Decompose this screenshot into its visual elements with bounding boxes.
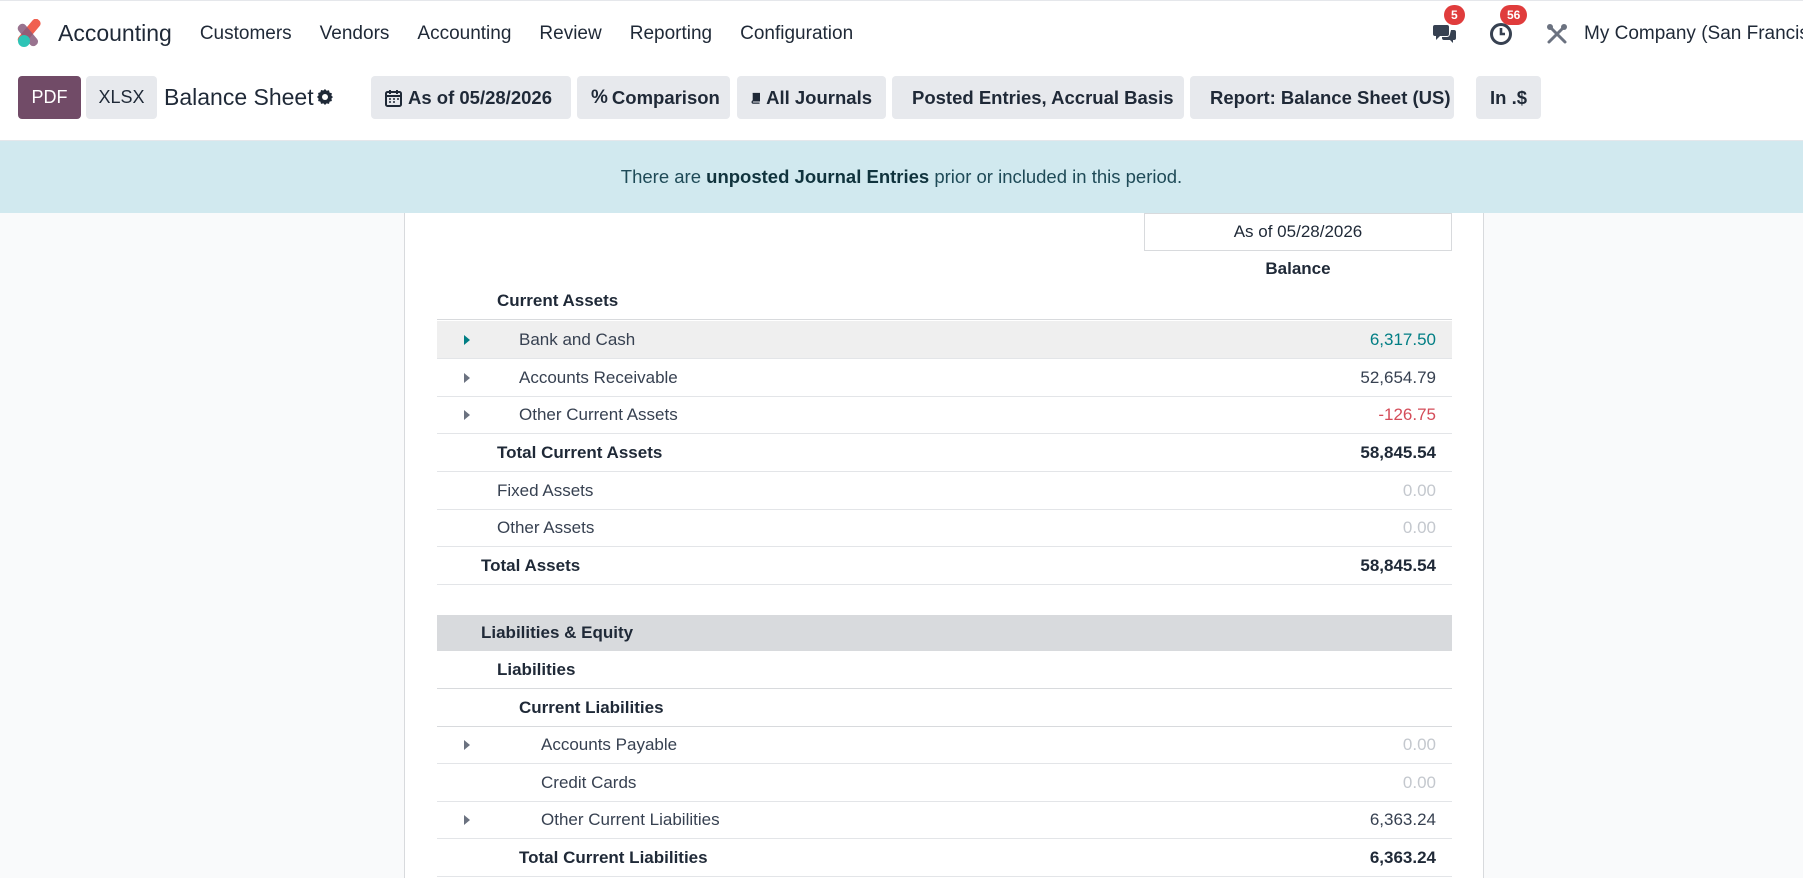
currency-filter-button[interactable]: In .$ <box>1476 76 1541 119</box>
comparison-filter-button[interactable]: % Comparison <box>577 76 730 119</box>
line-label: Total Current Liabilities <box>519 847 708 867</box>
report-line-total-current-assets: Total Current Assets 58,845.54 <box>437 434 1452 472</box>
alert-prefix: There are <box>620 166 707 187</box>
report-sheet: As of 05/28/2026 Balance Current Assets … <box>404 213 1484 878</box>
company-switcher[interactable]: My Company (San Francisco) <box>1584 23 1803 45</box>
report-section-liabilities-equity: Liabilities & Equity <box>437 615 1452 651</box>
report-line-total-current-liabilities: Total Current Liabilities 6,363.24 <box>437 839 1452 877</box>
line-value: 6,363.24 <box>1369 847 1436 867</box>
xlsx-button[interactable]: XLSX <box>86 76 157 119</box>
journals-filter-label: All Journals <box>766 86 872 108</box>
line-value: 0.00 <box>1402 517 1436 537</box>
report-line-accounts-payable[interactable]: Accounts Payable 0.00 <box>437 726 1452 764</box>
book-icon <box>751 92 761 104</box>
app-name[interactable]: Accounting <box>58 20 172 47</box>
entries-filter-button[interactable]: Posted Entries, Accrual Basis <box>892 76 1184 119</box>
line-label: Other Current Assets <box>519 404 678 424</box>
report-line-liabilities: Liabilities <box>437 651 1452 689</box>
main-menu: Customers Vendors Accounting Review Repo… <box>186 23 867 45</box>
line-value[interactable]: 6,363.24 <box>1370 810 1436 830</box>
line-value[interactable]: 0.00 <box>1403 735 1436 755</box>
report-line-current-liabilities: Current Liabilities <box>437 689 1452 727</box>
line-label: Liabilities & Equity <box>481 623 634 642</box>
report-line-total-assets: Total Assets 58,845.54 <box>437 547 1452 585</box>
report-line-credit-cards: Credit Cards 0.00 <box>437 764 1452 802</box>
entries-filter-label: Posted Entries, Accrual Basis <box>912 86 1174 108</box>
date-filter-button[interactable]: As of 05/28/2026 <box>371 76 571 119</box>
report-line-accounts-receivable[interactable]: Accounts Receivable 52,654.79 <box>437 359 1452 397</box>
line-label: Credit Cards <box>541 772 637 792</box>
line-label: Total Assets <box>481 555 581 575</box>
menu-reporting[interactable]: Reporting <box>616 23 726 45</box>
nav-systray: 5 56 My Company (San Francisco) <box>1430 1 1803 67</box>
line-value[interactable]: 52,654.79 <box>1360 368 1436 388</box>
line-value: 58,845.54 <box>1360 442 1436 462</box>
line-label: Other Assets <box>497 517 595 537</box>
line-value: 58,845.54 <box>1360 555 1436 575</box>
date-filter-label: As of 05/28/2026 <box>408 86 552 108</box>
top-navbar: Accounting Customers Vendors Accounting … <box>0 0 1803 66</box>
menu-review[interactable]: Review <box>525 23 615 45</box>
report-variant-label: Report: Balance Sheet (US) <box>1210 86 1451 108</box>
chat-icon <box>1433 25 1456 43</box>
report-line-other-current-assets[interactable]: Other Current Assets -126.75 <box>437 396 1452 434</box>
line-value: 0.00 <box>1402 772 1436 792</box>
currency-filter-label: In .$ <box>1490 86 1528 108</box>
accounting-app-icon[interactable] <box>14 18 44 49</box>
report-line-fixed-assets: Fixed Assets 0.00 <box>437 472 1452 510</box>
line-label: Total Current Assets <box>497 442 663 462</box>
menu-vendors[interactable]: Vendors <box>306 23 404 45</box>
tools-icon <box>1547 24 1567 44</box>
control-panel: PDF XLSX Balance Sheet As of 05/28/2026 … <box>0 66 1803 141</box>
activities-count-badge: 56 <box>1500 5 1528 25</box>
report-variant-button[interactable]: Report: Balance Sheet (US) <box>1190 76 1454 119</box>
pdf-button[interactable]: PDF <box>18 76 81 119</box>
gear-icon[interactable] <box>316 88 334 111</box>
comparison-filter-label: Comparison <box>611 86 720 108</box>
line-value[interactable]: 6,317.50 <box>1370 330 1436 350</box>
messages-button[interactable]: 5 <box>1430 5 1465 49</box>
clock-icon <box>1490 23 1512 45</box>
caret-right-icon[interactable] <box>464 740 470 750</box>
caret-right-icon[interactable] <box>464 410 470 420</box>
activities-button[interactable]: 56 <box>1486 5 1528 49</box>
column-header-balance: Balance <box>1265 259 1331 278</box>
alert-suffix: prior or included in this period. <box>929 166 1183 187</box>
report-line-current-assets: Current Assets <box>437 282 1452 320</box>
line-label: Current Assets <box>497 290 619 310</box>
line-label: Accounts Receivable <box>519 367 678 387</box>
report-line-other-current-liabilities[interactable]: Other Current Liabilities 6,363.24 <box>437 801 1452 839</box>
line-label: Current Liabilities <box>519 697 664 717</box>
caret-right-icon[interactable] <box>464 335 470 345</box>
unposted-entries-alert: There are unposted Journal Entries prior… <box>0 141 1803 213</box>
messages-count-badge: 5 <box>1444 5 1465 25</box>
caret-right-icon[interactable] <box>464 815 470 825</box>
line-label: Other Current Liabilities <box>541 809 720 829</box>
calendar-icon <box>385 89 402 107</box>
menu-customers[interactable]: Customers <box>186 23 306 45</box>
line-value: 0.00 <box>1402 480 1436 500</box>
column-header-date[interactable]: As of 05/28/2026 <box>1144 213 1452 251</box>
unposted-entries-link[interactable]: unposted Journal Entries <box>706 166 929 188</box>
line-label: Liabilities <box>497 659 576 679</box>
report-line-bank-and-cash[interactable]: Bank and Cash 6,317.50 <box>437 321 1452 359</box>
caret-right-icon[interactable] <box>464 373 470 383</box>
line-label: Bank and Cash <box>519 329 636 349</box>
journals-filter-button[interactable]: All Journals <box>737 76 886 119</box>
menu-configuration[interactable]: Configuration <box>726 23 867 45</box>
line-value[interactable]: -126.75 <box>1378 405 1436 425</box>
menu-accounting[interactable]: Accounting <box>403 23 525 45</box>
line-label: Accounts Payable <box>541 734 678 754</box>
line-label: Fixed Assets <box>497 480 594 500</box>
page-title: Balance Sheet <box>164 84 314 110</box>
percent-icon: % <box>591 86 608 108</box>
debug-tools-button[interactable] <box>1542 19 1572 49</box>
report-line-other-assets: Other Assets 0.00 <box>437 509 1452 547</box>
